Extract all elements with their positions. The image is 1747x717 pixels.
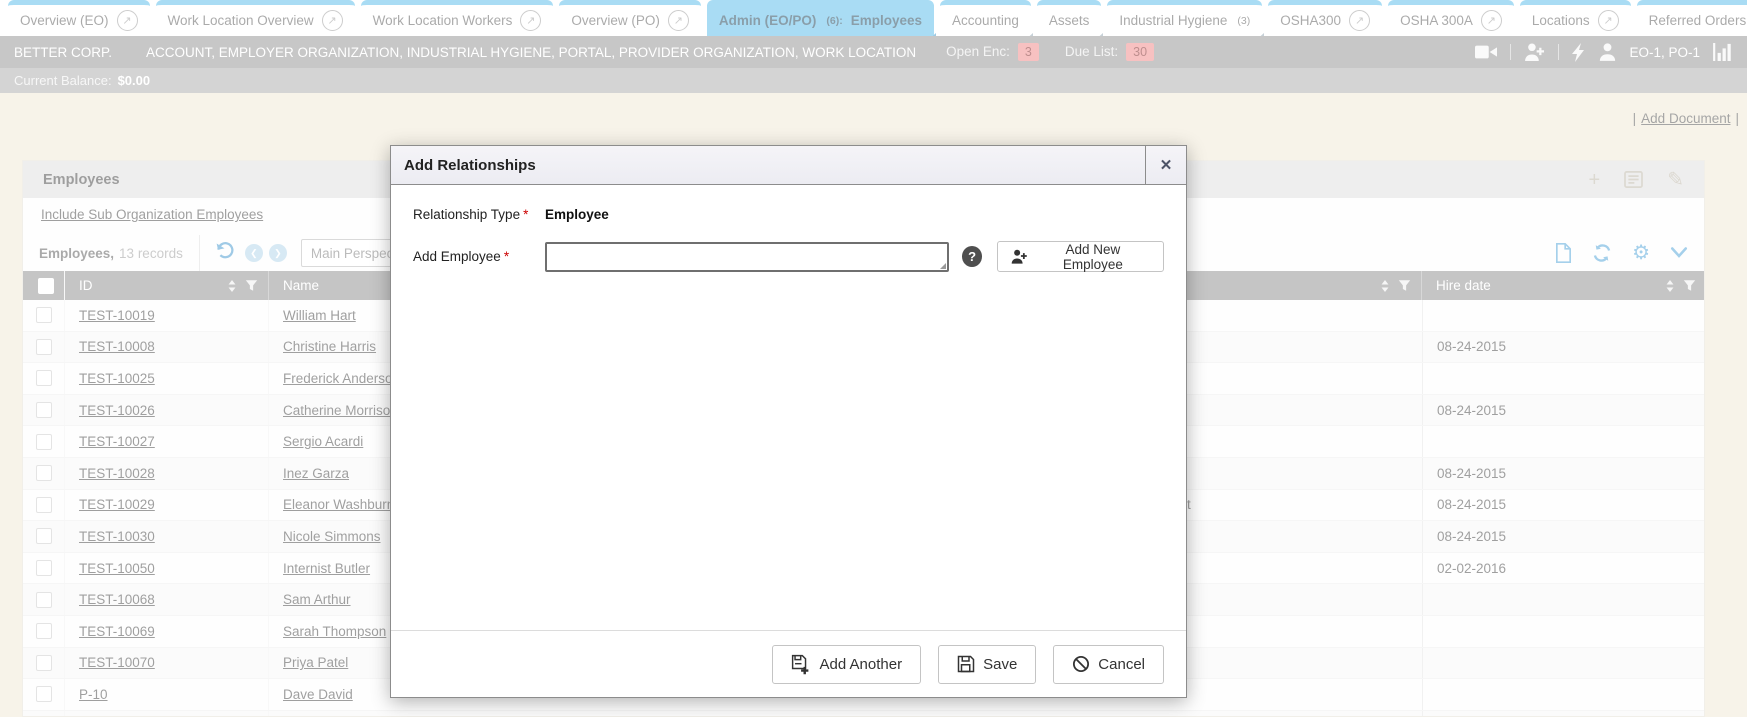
close-icon[interactable]: ✕ [1145,146,1186,184]
add-employee-label: Add Employee* [413,249,545,264]
add-new-employee-button[interactable]: Add New Employee [997,241,1164,272]
relationship-type-label: Relationship Type* [413,207,545,222]
required-marker: * [504,249,509,264]
add-employee-input[interactable] [545,242,949,272]
required-marker: * [523,207,528,222]
save-button[interactable]: Save [938,645,1036,684]
app-screen: Overview (EO) ↗ Work Location Overview ↗… [0,0,1747,717]
modal-title: Add Relationships [391,157,536,174]
relationship-type-row: Relationship Type* Employee [413,207,1164,222]
add-relationships-modal: Add Relationships ✕ Relationship Type* E… [390,145,1187,698]
modal-body: Relationship Type* Employee Add Employee… [391,185,1186,272]
add-another-button[interactable]: Add Another [772,645,922,684]
modal-header: Add Relationships ✕ [391,146,1186,185]
cancel-button[interactable]: Cancel [1053,645,1164,684]
resize-grip-icon[interactable] [940,263,946,269]
relationship-type-value: Employee [545,207,609,222]
cancel-icon [1072,655,1090,673]
add-employee-input-wrap [545,242,949,272]
help-icon[interactable]: ? [962,246,982,267]
add-person-icon [1011,249,1027,264]
save-plus-icon [791,654,812,675]
add-employee-row: Add Employee* ? Add New Employee [413,241,1164,272]
save-icon [957,655,975,673]
modal-footer: Add Another Save Cancel [391,630,1186,697]
